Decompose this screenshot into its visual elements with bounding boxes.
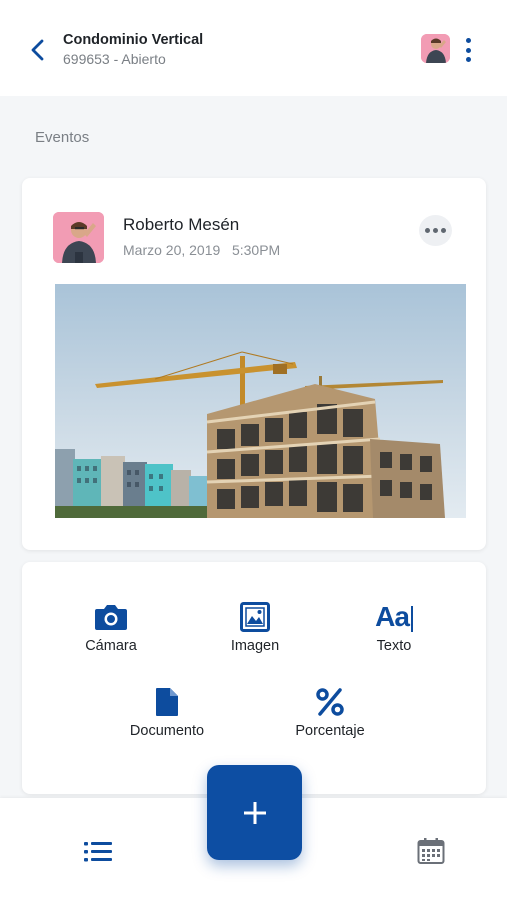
more-dot-icon bbox=[433, 228, 438, 233]
chevron-left-icon bbox=[31, 39, 44, 61]
header-title-block: Condominio Vertical 699653 - Abierto bbox=[63, 32, 203, 67]
camera-icon bbox=[95, 605, 127, 630]
percent-icon bbox=[316, 688, 344, 716]
more-dot-icon bbox=[441, 228, 446, 233]
action-text[interactable]: Aa Texto bbox=[339, 600, 449, 654]
image-icon bbox=[240, 602, 270, 632]
action-camera[interactable]: Cámara bbox=[56, 600, 166, 654]
action-document[interactable]: Documento bbox=[112, 685, 222, 739]
construction-site-image bbox=[55, 284, 466, 518]
action-text-label: Texto bbox=[376, 638, 412, 654]
author-avatar[interactable] bbox=[53, 212, 104, 263]
action-percent[interactable]: Porcentaje bbox=[275, 685, 385, 739]
event-photo[interactable] bbox=[55, 284, 466, 518]
back-button[interactable] bbox=[24, 34, 52, 66]
page-title: Condominio Vertical bbox=[63, 32, 204, 48]
author-photo bbox=[53, 212, 104, 263]
author-name: Roberto Mesén bbox=[123, 215, 240, 234]
action-image[interactable]: Imagen bbox=[200, 600, 310, 654]
nav-list-button[interactable] bbox=[84, 841, 112, 868]
add-button[interactable] bbox=[207, 765, 302, 860]
plus-icon bbox=[243, 801, 266, 824]
section-label: Eventos bbox=[35, 129, 90, 146]
action-camera-label: Cámara bbox=[85, 638, 137, 654]
kebab-menu-icon[interactable] bbox=[458, 36, 478, 64]
app-header: Condominio Vertical 699653 - Abierto bbox=[0, 0, 507, 96]
page-subtitle: 699653 - Abierto bbox=[63, 51, 166, 67]
action-percent-label: Porcentaje bbox=[295, 723, 365, 739]
action-document-label: Documento bbox=[129, 723, 205, 739]
document-icon bbox=[156, 688, 178, 716]
user-avatar[interactable] bbox=[421, 34, 450, 63]
event-card: Roberto Mesén Marzo 20, 2019 5:30PM bbox=[22, 178, 486, 550]
more-options-button[interactable] bbox=[419, 215, 452, 246]
add-content-panel: Cámara Imagen Aa Texto Documento Porcent… bbox=[22, 562, 486, 794]
more-dot-icon bbox=[425, 228, 430, 233]
nav-calendar-button[interactable] bbox=[417, 837, 445, 870]
text-icon: Aa bbox=[375, 601, 413, 633]
post-date: Marzo 20, 2019 5:30PM bbox=[123, 242, 281, 258]
avatar-person-icon bbox=[421, 34, 450, 63]
calendar-icon bbox=[417, 838, 445, 864]
list-icon bbox=[84, 842, 112, 862]
action-image-label: Imagen bbox=[230, 638, 280, 654]
